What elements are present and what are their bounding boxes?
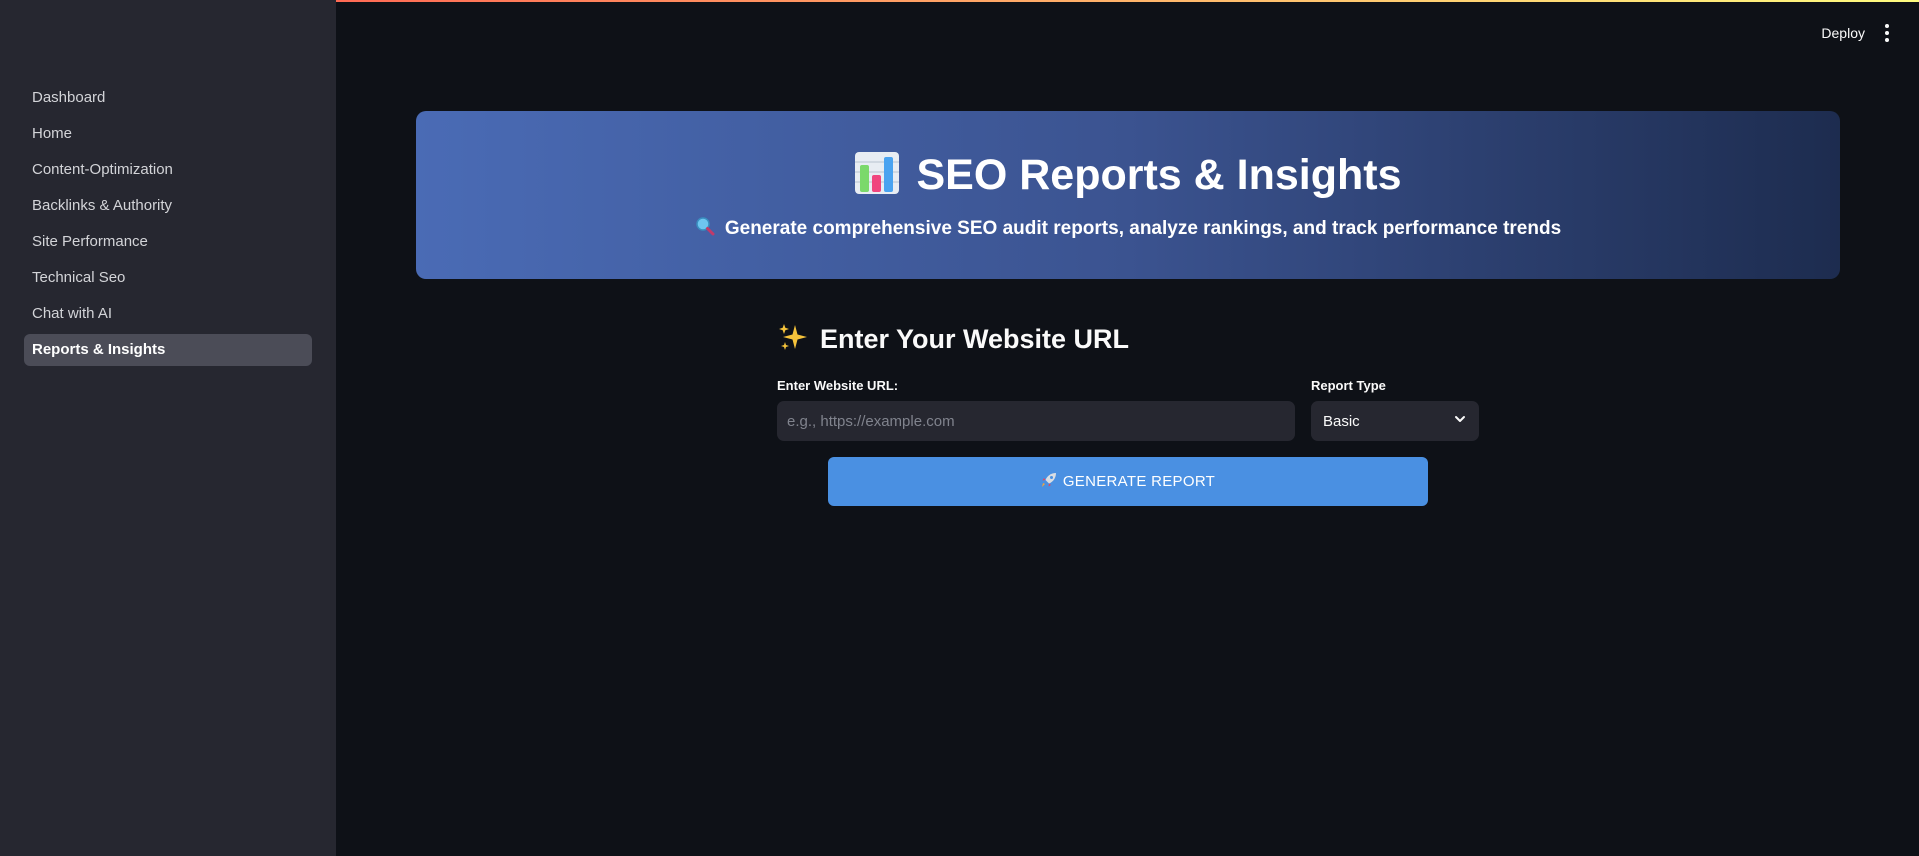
sidebar-nav: Dashboard Home Content-Optimization Back… <box>24 82 312 370</box>
rocket-icon <box>1041 472 1057 492</box>
sidebar: Dashboard Home Content-Optimization Back… <box>0 0 336 856</box>
form-section-title: Enter Your Website URL <box>820 324 1130 354</box>
sidebar-item-site-performance[interactable]: Site Performance <box>24 226 312 258</box>
bar-chart-icon <box>854 151 900 200</box>
sidebar-item-reports-insights[interactable]: Reports & Insights <box>24 334 312 366</box>
banner-subtitle-row: Generate comprehensive SEO audit reports… <box>416 216 1840 242</box>
sparkles-icon <box>778 322 808 357</box>
website-url-input[interactable] <box>777 401 1295 441</box>
banner-title-row: SEO Reports & Insights <box>416 151 1840 200</box>
main-menu-icon[interactable] <box>1883 20 1891 46</box>
sidebar-item-home[interactable]: Home <box>24 118 312 150</box>
sidebar-item-content-optimization[interactable]: Content-Optimization <box>24 154 312 186</box>
report-type-value: Basic <box>1323 412 1360 430</box>
report-type-select[interactable]: Basic <box>1311 401 1479 441</box>
report-type-label: Report Type <box>1311 378 1386 393</box>
sidebar-item-dashboard[interactable]: Dashboard <box>24 82 312 114</box>
page-subtitle: Generate comprehensive SEO audit reports… <box>724 218 1562 239</box>
sidebar-item-technical-seo[interactable]: Technical Seo <box>24 262 312 294</box>
chevron-down-icon <box>1453 412 1467 430</box>
url-field-label: Enter Website URL: <box>777 378 899 393</box>
magnifier-icon <box>695 216 715 242</box>
sidebar-item-backlinks-authority[interactable]: Backlinks & Authority <box>24 190 312 222</box>
header-actions: Deploy <box>1821 20 1891 46</box>
page-title: SEO Reports & Insights <box>916 151 1402 199</box>
deploy-button[interactable]: Deploy <box>1821 25 1865 41</box>
sidebar-item-chat-with-ai[interactable]: Chat with AI <box>24 298 312 330</box>
form-section-header: Enter Your Website URL <box>778 322 1129 357</box>
generate-report-label: GENERATE REPORT <box>1062 473 1216 490</box>
hero-banner: SEO Reports & Insights Generate comprehe… <box>416 111 1840 279</box>
generate-report-button[interactable]: GENERATE REPORT <box>828 457 1428 506</box>
